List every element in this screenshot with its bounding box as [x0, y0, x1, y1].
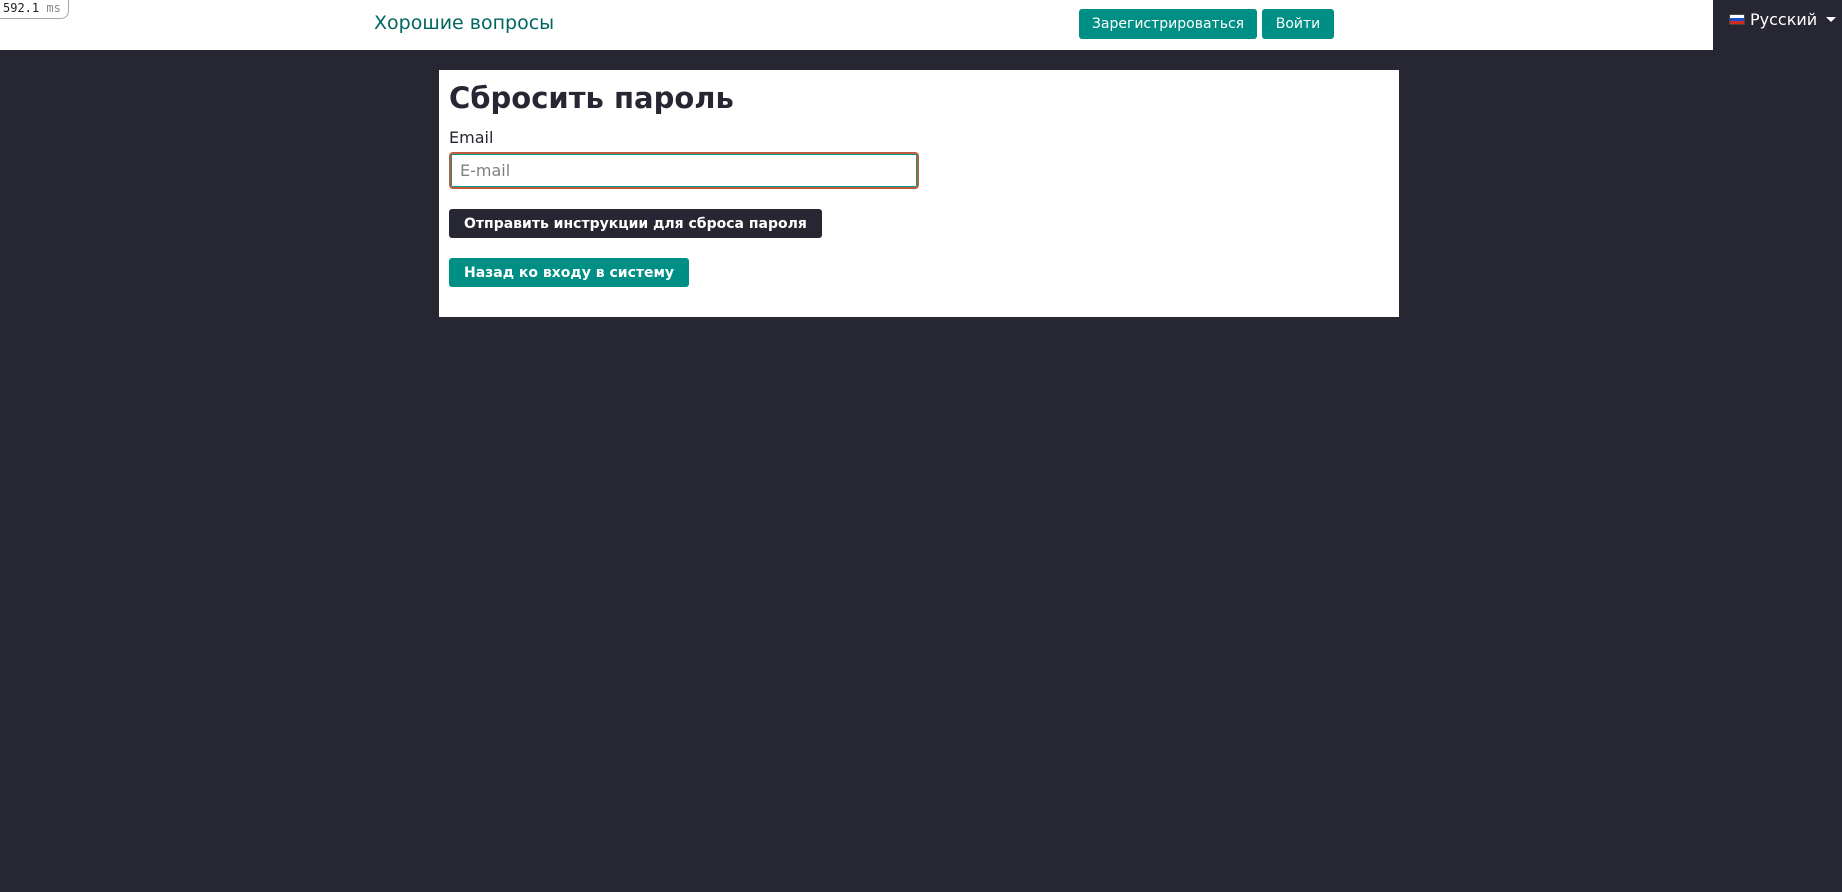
render-timer-badge: 592.1 ms	[0, 0, 69, 19]
email-label: Email	[449, 128, 494, 147]
login-button[interactable]: Войти	[1262, 9, 1334, 39]
language-dropdown-toggle[interactable]: Русский	[1729, 10, 1837, 29]
site-brand-link[interactable]: Хорошие вопросы	[374, 12, 554, 34]
chevron-down-icon	[1826, 17, 1837, 22]
russia-flag-icon	[1729, 14, 1745, 25]
page-title: Сбросить пароль	[449, 81, 734, 115]
language-selector-area: Русский	[1713, 0, 1842, 50]
render-timer-unit: ms	[46, 1, 61, 15]
language-selected-label: Русский	[1750, 10, 1818, 29]
back-to-login-button[interactable]: Назад ко входу в систему	[449, 258, 690, 287]
reset-password-card: Сбросить пароль Email Отправить инструкц…	[439, 70, 1399, 317]
email-input[interactable]	[449, 152, 919, 189]
top-navbar: Хорошие вопросы Зарегистрироваться Войти	[0, 0, 1713, 50]
register-button[interactable]: Зарегистрироваться	[1079, 9, 1257, 39]
render-timer-value: 592.1	[3, 1, 40, 15]
send-reset-instructions-button[interactable]: Отправить инструкции для сброса пароля	[449, 209, 822, 238]
